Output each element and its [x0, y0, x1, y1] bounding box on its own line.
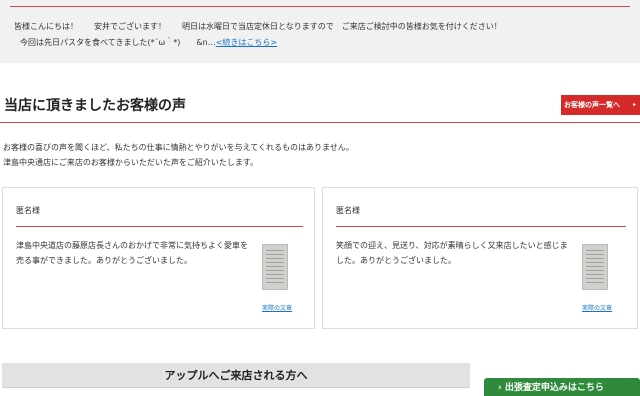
- blog-band: 皆様こんにちは！ 安井でございます！ 明日は水曜日で当店定休日となりますので ご…: [0, 0, 640, 63]
- section-title: 当店に頂きましたお客様の声: [4, 98, 186, 114]
- blog-divider: [10, 6, 630, 7]
- original-letter-link[interactable]: 実際の文章: [262, 303, 292, 312]
- access-title: アップルへご来店される方へ: [164, 369, 308, 382]
- customer-name: 匿名様: [16, 206, 40, 215]
- section-intro: お客様の喜びの声を聞くほど、私たちの仕事に情熱とやりがいを与えてくれるものはあり…: [3, 140, 354, 170]
- blog-text-line-2: 今回は先日パスタを食べてきました(*´ω｀*) &n…<続きはこちら>: [20, 37, 277, 48]
- testimonial-card: 匿名様 笑顔での迎え、見送り、対応が素晴らしく又来店したいと感じました。ありがと…: [322, 187, 638, 329]
- read-more-link[interactable]: <続きはこちら>: [216, 38, 277, 47]
- arrow-right-icon: ▸: [632, 101, 636, 108]
- home-appraisal-button[interactable]: › 出張査定申込みはこちら: [484, 378, 640, 396]
- testimonials-list-button-label: お客様の声一覧へ: [564, 101, 620, 109]
- customer-name: 匿名様: [336, 206, 360, 215]
- section-title-rule: [0, 122, 640, 123]
- testimonial-text: 津島中央道店の藤原店長さんのおかげで非常に気持ちよく愛車を売る事ができました。あ…: [16, 241, 248, 265]
- blog-text-line-2-body: 今回は先日パスタを食べてきました(*´ω｀*) &n…: [20, 38, 216, 47]
- letter-thumbnail[interactable]: [262, 244, 288, 290]
- access-divider: [2, 387, 470, 396]
- testimonial-text: 笑顔での迎え、見送り、対応が素晴らしく又来店したいと感じました。ありがとうござい…: [336, 241, 568, 265]
- letter-thumbnail[interactable]: [582, 244, 608, 290]
- card-divider: [16, 226, 303, 227]
- intro-line: 津島中央通店にご来店のお客様からいただいた声をご紹介いたします。: [3, 158, 259, 167]
- intro-line: お客様の喜びの声を聞くほど、私たちの仕事に情熱とやりがいを与えてくれるものはあり…: [3, 143, 354, 152]
- blog-text-line-1: 皆様こんにちは！ 安井でございます！ 明日は水曜日で当店定休日となりますので ご…: [14, 22, 502, 31]
- access-section-header: アップルへご来店される方へ: [2, 363, 470, 396]
- testimonial-card: 匿名様 津島中央道店の藤原店長さんのおかげで非常に気持ちよく愛車を売る事ができま…: [2, 187, 315, 329]
- original-letter-link[interactable]: 実際の文章: [582, 303, 612, 312]
- card-divider: [336, 226, 626, 227]
- blog-excerpt: 皆様こんにちは！ 安井でございます！ 明日は水曜日で当店定休日となりますので ご…: [10, 0, 630, 52]
- testimonials-list-button[interactable]: お客様の声一覧へ ▸: [561, 95, 640, 115]
